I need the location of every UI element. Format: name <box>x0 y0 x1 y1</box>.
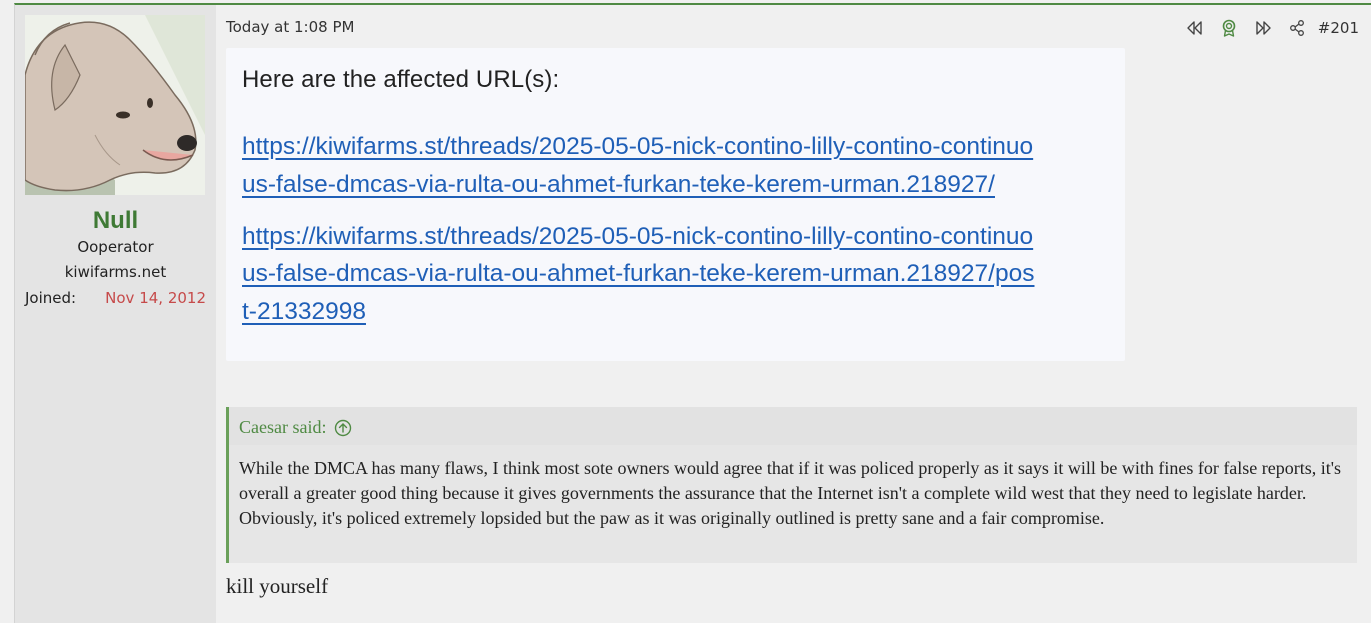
share-button[interactable] <box>1280 16 1314 40</box>
quote-header <box>229 407 1357 445</box>
embed-heading: Here are the affected URL(s): <box>242 66 560 93</box>
affected-url-2-line-1[interactable]: https://kiwifarms.st/threads/2025-05-05-… <box>242 218 1033 256</box>
quote-block: Caesar said: While the DMCA has many fla… <box>226 407 1357 563</box>
joined-label: Joined: <box>25 289 77 307</box>
share-icon <box>1289 20 1304 36</box>
username[interactable]: Null <box>15 207 216 235</box>
forum-post: Null Ooperator kiwifarms.net Joined: Nov… <box>14 3 1371 623</box>
rewind-button[interactable] <box>1178 16 1212 40</box>
reply-text: kill yourself <box>226 574 329 598</box>
quote-author: Caesar said: <box>239 417 327 437</box>
user-title: Ooperator <box>77 238 154 256</box>
quote-author-link[interactable]: Caesar said: <box>239 417 352 438</box>
arrow-up-circle-icon <box>335 419 352 436</box>
embedded-screenshot[interactable]: Here are the affected URL(s): https://ki… <box>226 48 1125 361</box>
award-icon <box>1222 19 1236 37</box>
affected-url-1-line-1[interactable]: https://kiwifarms.st/threads/2025-05-05-… <box>242 128 1033 166</box>
joined-date: Nov 14, 2012 <box>105 289 206 307</box>
post-timestamp[interactable]: Today at 1:08 PM <box>226 18 354 36</box>
fast-forward-icon <box>1256 21 1271 35</box>
affected-url-1-line-2[interactable]: us-false-dmcas-via-rulta-ou-ahmet-furkan… <box>242 166 995 204</box>
fast-forward-button[interactable] <box>1246 16 1280 40</box>
affected-url-2-line-2[interactable]: us-false-dmcas-via-rulta-ou-ahmet-furkan… <box>242 255 1034 293</box>
user-site: kiwifarms.net <box>64 263 167 281</box>
affected-url-2-line-3[interactable]: t-21332998 <box>242 293 366 331</box>
post-main: Today at 1:08 PM #201 Here are the affec… <box>216 5 1371 623</box>
avatar[interactable] <box>25 15 205 195</box>
user-info-panel: Null Ooperator kiwifarms.net Joined: Nov… <box>15 5 216 623</box>
rewind-icon <box>1187 21 1202 35</box>
award-button[interactable] <box>1212 16 1246 40</box>
post-actions: #201 <box>1178 16 1359 40</box>
post-number-link[interactable]: #201 <box>1318 19 1359 37</box>
quote-text: While the DMCA has many flaws, I think m… <box>239 458 1342 528</box>
joined-row: Joined: Nov 14, 2012 <box>25 289 206 307</box>
